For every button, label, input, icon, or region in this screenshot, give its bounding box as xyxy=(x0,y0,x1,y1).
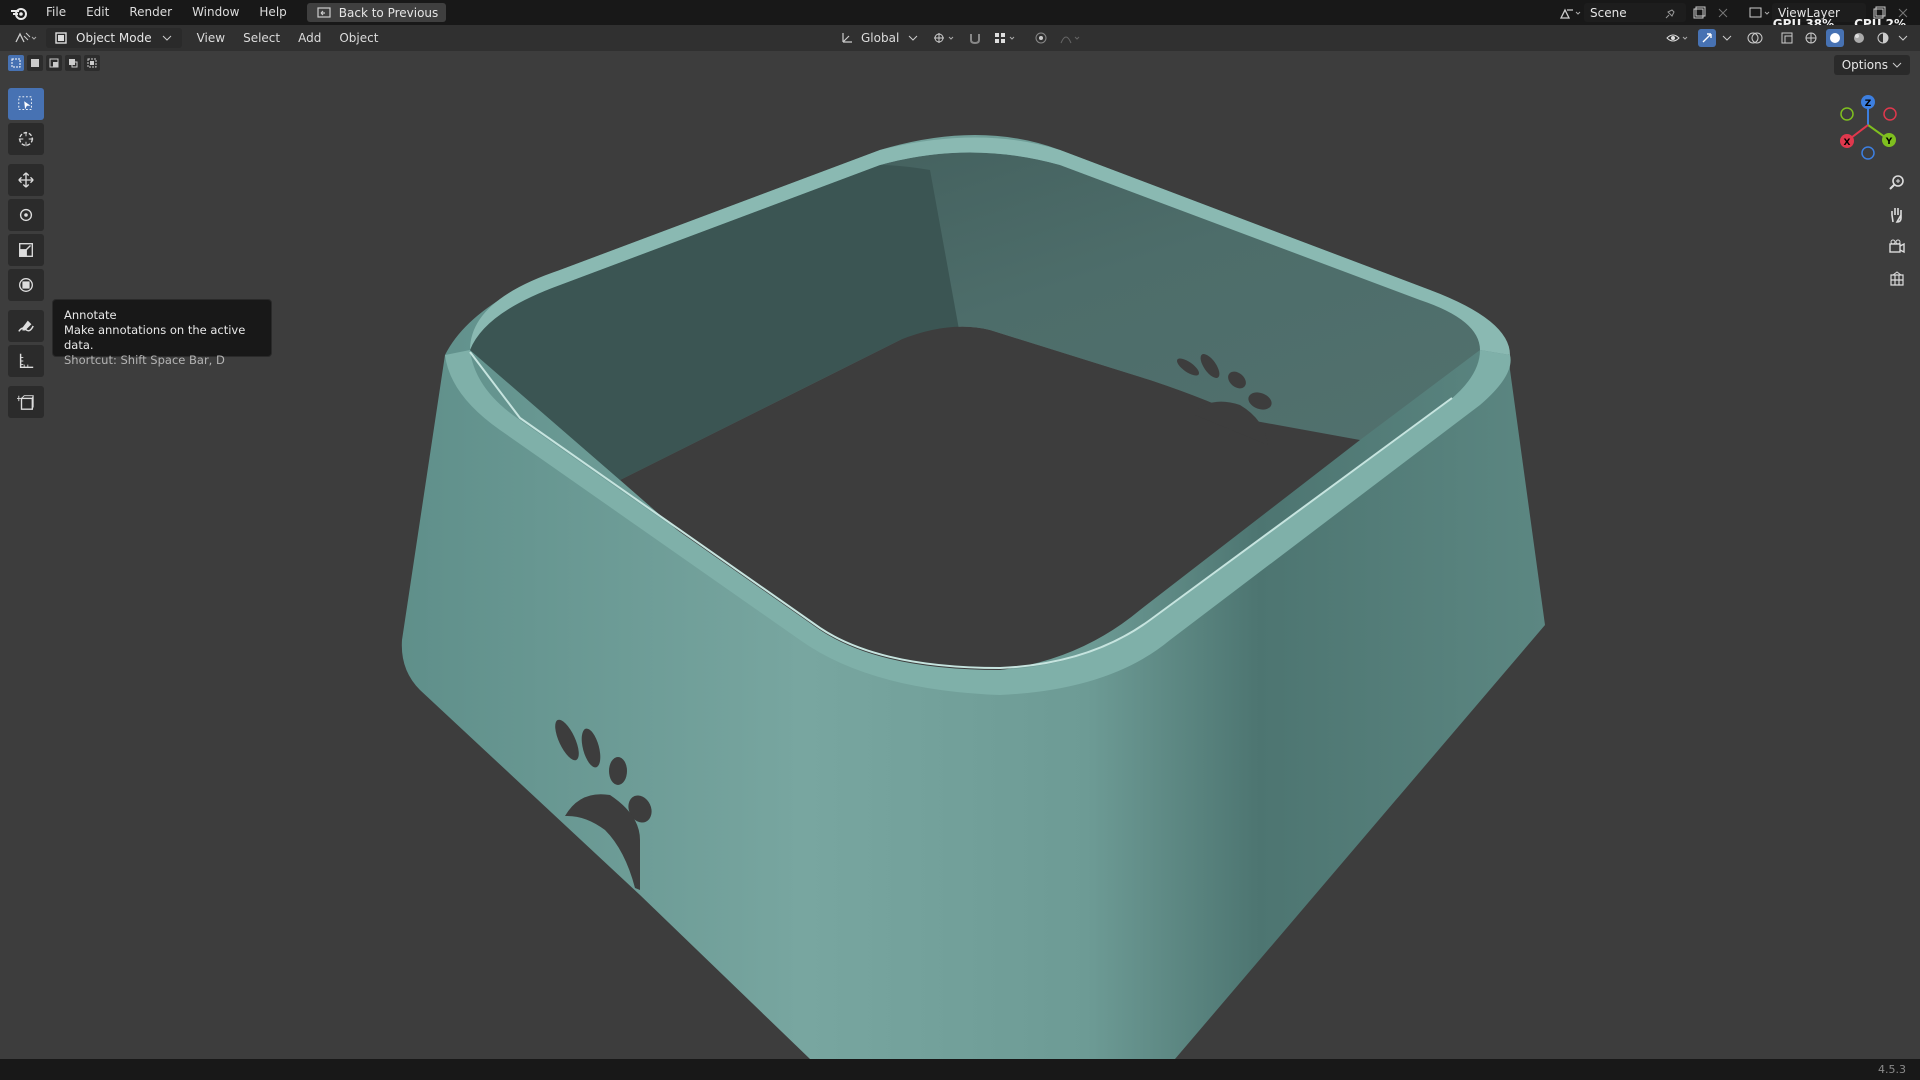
menu-render[interactable]: Render xyxy=(119,0,182,25)
options-dropdown[interactable]: Options xyxy=(1833,55,1910,75)
back-screen-icon xyxy=(315,4,333,22)
select-box-icon xyxy=(17,95,35,113)
new-scene-icon[interactable] xyxy=(1690,4,1708,22)
transform-tool[interactable] xyxy=(8,269,44,301)
viewlayer-icon[interactable] xyxy=(1746,4,1772,22)
zoom-button[interactable] xyxy=(1884,170,1910,196)
add-cube-tool[interactable] xyxy=(8,386,44,418)
wireframe-shading-icon[interactable] xyxy=(1802,29,1820,47)
viewport-model xyxy=(401,135,1546,1059)
pan-hand-icon xyxy=(1888,206,1906,224)
gizmo-y-label: Y xyxy=(1885,137,1893,147)
status-bar: 4.5.3 xyxy=(0,1059,1920,1080)
gizmo-neg-y-axis[interactable] xyxy=(1840,107,1854,121)
camera-view-button[interactable] xyxy=(1884,234,1910,260)
cursor-tool[interactable] xyxy=(8,123,44,155)
pan-button[interactable] xyxy=(1884,202,1910,228)
annotate-tool[interactable] xyxy=(8,310,44,342)
solid-shading-icon[interactable] xyxy=(1826,29,1844,47)
grid-view-button[interactable] xyxy=(1884,266,1910,292)
scale-tool[interactable] xyxy=(8,234,44,266)
grid-view-icon xyxy=(1888,270,1906,288)
move-tool[interactable] xyxy=(8,164,44,196)
gizmo-z-label: Z xyxy=(1865,99,1872,109)
tooltip-description: Make annotations on the active data. xyxy=(64,323,246,352)
rotate-icon xyxy=(17,206,35,224)
select-difference-mode-icon[interactable] xyxy=(65,55,81,71)
chevron-down-icon xyxy=(1892,56,1902,74)
menu-window[interactable]: Window xyxy=(182,0,249,25)
blender-logo-icon[interactable] xyxy=(8,4,30,22)
menu-add[interactable]: Add xyxy=(289,25,330,51)
object-mode-dropdown[interactable]: Object Mode xyxy=(46,28,182,48)
viewport-navigation xyxy=(1884,170,1910,292)
scene-name: Scene xyxy=(1590,5,1627,20)
snap-toggle-icon[interactable] xyxy=(966,29,984,47)
back-to-previous-label: Back to Previous xyxy=(338,5,439,20)
rotate-tool[interactable] xyxy=(8,199,44,231)
cursor-icon xyxy=(17,130,35,148)
tooltip-shortcut: Shortcut: Shift Space Bar, D xyxy=(64,353,225,367)
transform-icon xyxy=(17,276,35,294)
annotate-tooltip: Annotate Make annotations on the active … xyxy=(52,299,272,367)
measure-tool[interactable] xyxy=(8,345,44,377)
tooltip-title: Annotate xyxy=(64,308,117,322)
version-label: 4.5.3 xyxy=(1878,1063,1906,1076)
pivot-point-icon[interactable] xyxy=(930,29,958,47)
tool-shelf xyxy=(8,88,46,421)
select-extend-mode-icon[interactable] xyxy=(27,55,43,71)
object-mode-label: Object Mode xyxy=(76,31,152,45)
navigation-gizmo[interactable]: Z Y X xyxy=(1830,92,1910,164)
selection-mode-group xyxy=(8,55,100,71)
gizmo-x-label: X xyxy=(1844,138,1851,148)
camera-icon xyxy=(1888,238,1906,256)
annotate-icon xyxy=(17,317,35,335)
orientation-axes-icon xyxy=(838,29,856,47)
overlays-icon[interactable] xyxy=(1746,29,1764,47)
menu-file[interactable]: File xyxy=(36,0,76,25)
menu-object[interactable]: Object xyxy=(330,25,387,51)
chevron-down-icon xyxy=(904,29,922,47)
transform-orientation-label: Global xyxy=(861,31,900,45)
gizmo-toggle-icon[interactable] xyxy=(1698,29,1716,47)
chevron-down-icon xyxy=(158,29,176,47)
transform-tools: Global xyxy=(838,25,1084,51)
scene-icon[interactable] xyxy=(1556,4,1584,22)
chevron-down-icon[interactable] xyxy=(1722,29,1732,47)
options-label: Options xyxy=(1841,58,1888,72)
object-mode-icon xyxy=(52,29,70,47)
delete-scene-icon[interactable] xyxy=(1714,4,1732,22)
select-box-tool[interactable] xyxy=(8,88,44,120)
zoom-icon xyxy=(1888,174,1906,192)
menu-select[interactable]: Select xyxy=(234,25,289,51)
top-menubar: File Edit Render Window Help Back to Pre… xyxy=(0,0,1920,25)
move-icon xyxy=(17,171,35,189)
scale-icon xyxy=(17,241,35,259)
chevron-down-icon[interactable] xyxy=(1898,29,1908,47)
menu-view[interactable]: View xyxy=(188,25,234,51)
back-to-previous-button[interactable]: Back to Previous xyxy=(306,3,447,22)
select-intersect-mode-icon[interactable] xyxy=(84,55,100,71)
select-new-mode-icon[interactable] xyxy=(8,55,24,71)
visibility-eye-icon[interactable] xyxy=(1664,29,1692,47)
scene-selector[interactable]: Scene xyxy=(1584,3,1686,22)
menu-edit[interactable]: Edit xyxy=(76,0,119,25)
rendered-shading-icon[interactable] xyxy=(1874,29,1892,47)
menu-help[interactable]: Help xyxy=(249,0,296,25)
select-subtract-mode-icon[interactable] xyxy=(46,55,62,71)
transform-orientation-dropdown[interactable]: Global xyxy=(838,29,922,47)
gizmo-neg-z-axis[interactable] xyxy=(1861,146,1875,160)
xray-toggle-icon[interactable] xyxy=(1778,29,1796,47)
gizmo-neg-x-axis[interactable] xyxy=(1883,107,1897,121)
pin-icon[interactable] xyxy=(1662,4,1680,22)
proportional-editing-icon[interactable] xyxy=(1032,29,1050,47)
material-shading-icon[interactable] xyxy=(1850,29,1868,47)
falloff-curve-icon[interactable] xyxy=(1058,29,1084,47)
measure-icon xyxy=(17,352,35,370)
add-cube-icon xyxy=(17,393,35,411)
editor-type-icon[interactable] xyxy=(12,29,40,47)
viewport-display-tools xyxy=(1664,25,1908,51)
snap-target-icon[interactable] xyxy=(992,29,1018,47)
